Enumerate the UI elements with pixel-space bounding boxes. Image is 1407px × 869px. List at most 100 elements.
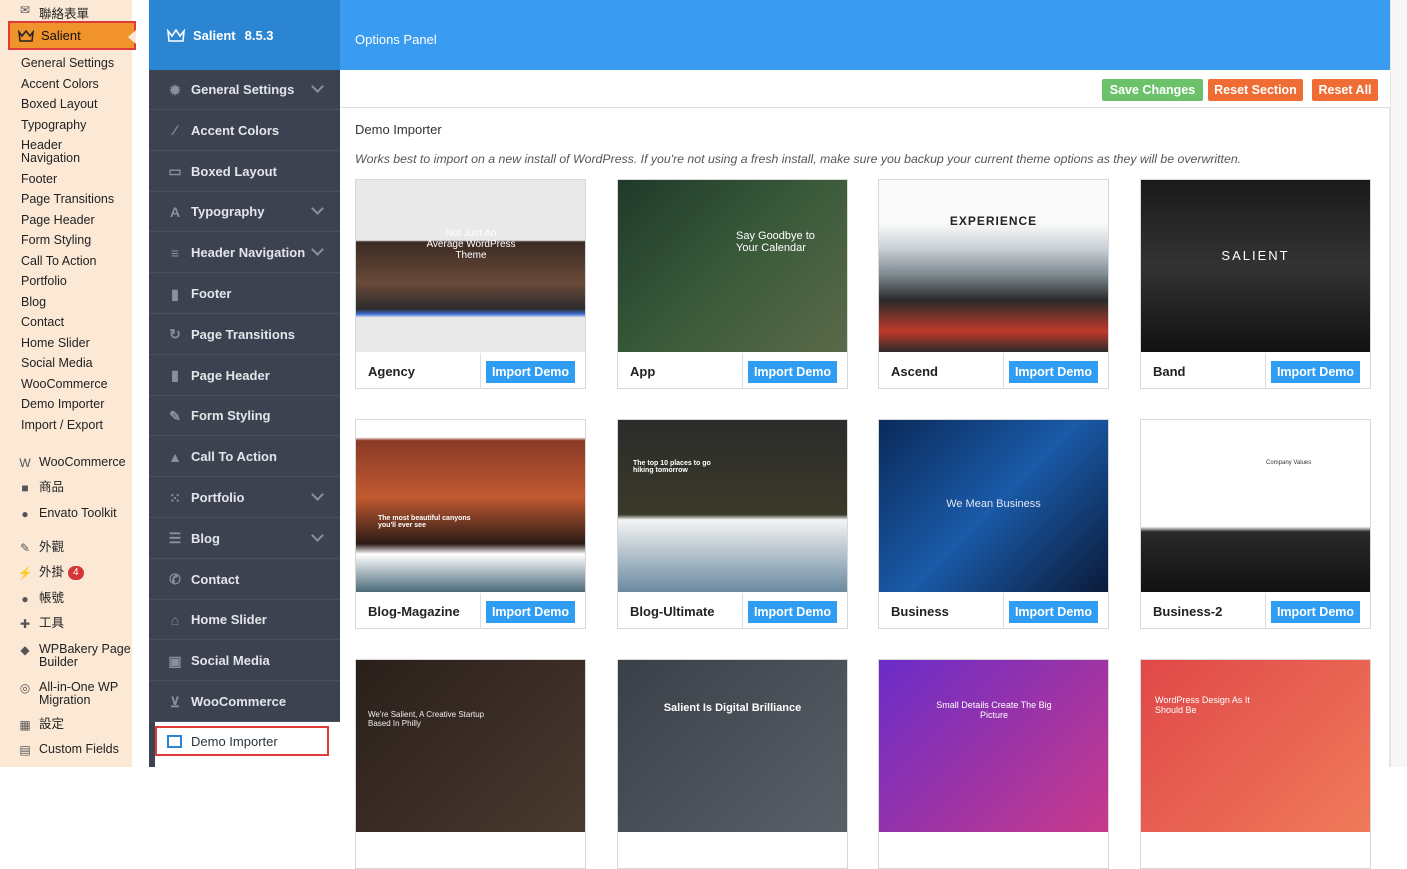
card-divider — [742, 593, 743, 629]
active-caret — [128, 30, 136, 44]
demo-card: SALIENT Band Import Demo — [1140, 179, 1371, 389]
import-demo-button[interactable]: Import Demo — [486, 601, 575, 623]
menu-item-salient[interactable]: Salient — [8, 21, 136, 50]
nav-item-label: General Settings — [191, 82, 295, 97]
nav-item-page-transitions[interactable]: ↻ Page Transitions — [149, 315, 340, 355]
home-icon: ⌂ — [170, 611, 180, 628]
menu-item-label: WooCommerce — [39, 455, 126, 469]
submenu-item-social-media[interactable]: Social Media — [21, 356, 153, 370]
save-changes-button[interactable]: Save Changes — [1102, 79, 1203, 101]
nav-item-woocommerce[interactable]: ⊻ WooCommerce — [149, 682, 340, 722]
bell-icon: ▲ — [168, 448, 182, 465]
nav-item-label: Page Transitions — [191, 326, 296, 342]
menu-item-4[interactable]: ⚡ 外掛 4 — [17, 566, 149, 580]
chevron-down-icon[interactable] — [311, 488, 324, 501]
menu-item-0[interactable]: W WooCommerce — [17, 455, 149, 471]
nav-item-header-navigation[interactable]: ≡ Header Navigation — [149, 233, 340, 274]
submenu-item-accent-colors[interactable]: Accent Colors — [21, 77, 153, 91]
card-divider — [480, 593, 481, 629]
import-demo-button[interactable]: Import Demo — [486, 361, 575, 383]
demo-thumbnail: The top 10 places to go hiking tomorrow — [618, 420, 847, 592]
nav-item-call-to-action[interactable]: ▲ Call To Action — [149, 437, 340, 478]
thumbnail-headline: Salient Is Digital Brilliance — [663, 702, 802, 714]
submenu-item-general-settings[interactable]: General Settings — [21, 56, 153, 70]
submenu-item-boxed-layout[interactable]: Boxed Layout — [21, 97, 153, 111]
submenu-item-call-to-action[interactable]: Call To Action — [21, 254, 153, 268]
demo-name: Business-2 — [1153, 604, 1223, 619]
pencil-icon: ⁄ — [173, 122, 177, 139]
demo-thumbnail: Say Goodbye to Your Calendar — [618, 180, 847, 352]
menu-item-7[interactable]: ◆ WPBakery Page Builder — [17, 643, 149, 669]
submenu-item-blog[interactable]: Blog — [21, 295, 153, 309]
chevron-down-icon[interactable] — [311, 528, 324, 542]
submenu-item-home-slider[interactable]: Home Slider — [21, 336, 153, 350]
demo-card: Company Values Business-2 Import Demo — [1140, 419, 1371, 629]
import-demo-button[interactable]: Import Demo — [1271, 601, 1360, 623]
nav-item-home-slider[interactable]: ⌂ Home Slider — [149, 600, 340, 641]
brush-icon: ✎ — [19, 541, 31, 555]
demo-thumbnail: We're Salient, A Creative Startup Based … — [356, 660, 585, 832]
nav-item-demo-importer[interactable]: Demo Importer — [155, 726, 329, 756]
submenu-item-demo-importer[interactable]: Demo Importer — [21, 397, 153, 411]
edit-icon: ✎ — [169, 407, 181, 424]
nav-item-typography[interactable]: A Typography — [149, 192, 340, 233]
menu-item-2[interactable]: ● Envato Toolkit — [17, 507, 149, 522]
import-demo-button[interactable]: Import Demo — [748, 361, 837, 383]
nav-item-page-header[interactable]: ▮ Page Header — [149, 356, 340, 396]
submenu-item-woocommerce[interactable]: WooCommerce — [21, 377, 153, 391]
import-demo-button[interactable]: Import Demo — [1009, 361, 1098, 383]
demo-thumbnail: We Mean Business — [879, 420, 1108, 592]
demo-thumbnail: The most beautiful canyons you'll ever s… — [356, 420, 585, 592]
nav-item-accent-colors[interactable]: ⁄ Accent Colors — [149, 111, 340, 151]
nav-item-blog[interactable]: ☰ Blog — [149, 519, 340, 559]
reset-section-button[interactable]: Reset Section — [1208, 79, 1303, 101]
toolbar: Save Changes Reset Section Reset All — [340, 70, 1390, 108]
chevron-down-icon[interactable] — [311, 202, 324, 216]
submenu-item-portfolio[interactable]: Portfolio — [21, 274, 153, 288]
submenu-item-footer[interactable]: Footer — [21, 172, 153, 186]
import-demo-button[interactable]: Import Demo — [748, 601, 837, 623]
nav-item-boxed-layout[interactable]: ▭ Boxed Layout — [149, 152, 340, 192]
submenu-item-contact[interactable]: Contact — [21, 315, 153, 329]
submenu-item-page-header[interactable]: Page Header — [21, 213, 153, 227]
submenu-item-page-transitions[interactable]: Page Transitions — [21, 192, 153, 206]
submenu-item-import-export[interactable]: Import / Export — [21, 418, 153, 432]
nav-item-form-styling[interactable]: ✎ Form Styling — [149, 396, 340, 437]
submenu-item-form-styling[interactable]: Form Styling — [21, 233, 153, 247]
menu-item-9[interactable]: ▦ 設定 — [17, 718, 149, 733]
panel-brand: Salient 8.5.3 — [149, 0, 340, 70]
menu-item-contact-form[interactable]: ✉ 聯絡表單 — [17, 3, 149, 22]
import-demo-button[interactable]: Import Demo — [1009, 601, 1098, 623]
chevron-down-icon[interactable] — [311, 80, 324, 93]
menu-item-6[interactable]: ✚ 工具 — [17, 617, 149, 632]
gear-icon: ✹ — [169, 81, 181, 98]
demo-card: The top 10 places to go hiking tomorrow B… — [617, 419, 848, 629]
import-demo-button[interactable]: Import Demo — [1271, 361, 1360, 383]
page-scrollbar[interactable] — [1390, 0, 1407, 767]
menu-item-3[interactable]: ✎ 外觀 — [17, 541, 149, 556]
reset-all-button[interactable]: Reset All — [1312, 79, 1378, 101]
nav-item-label: Footer — [191, 286, 232, 301]
plug-icon: ⚡ — [17, 566, 33, 580]
card-divider — [1265, 353, 1266, 389]
nav-item-contact[interactable]: ✆ Contact — [149, 560, 340, 600]
chevron-down-icon[interactable] — [311, 243, 324, 257]
thumbnail-headline: Small Details Create The Big Picture — [936, 700, 1052, 720]
card-divider — [1265, 593, 1266, 629]
menu-item-5[interactable]: ● 帳號 — [17, 592, 149, 607]
font-icon: A — [169, 203, 181, 220]
demo-thumbnail: Small Details Create The Big Picture — [879, 660, 1108, 832]
menu-item-10[interactable]: ▤ Custom Fields — [17, 743, 149, 758]
nav-item-general-settings[interactable]: ✹ General Settings — [149, 70, 340, 110]
submenu-item-header-navigation[interactable]: Header Navigation — [21, 139, 153, 165]
menu-item-1[interactable]: ■ 商品 — [17, 481, 149, 496]
submenu-item-typography[interactable]: Typography — [21, 118, 153, 132]
nav-item-portfolio[interactable]: ⁙ Portfolio — [149, 478, 340, 518]
menu-item-8[interactable]: ◎ All-in-One WP Migration — [17, 681, 149, 707]
cart-icon: ⊻ — [169, 693, 181, 710]
nav-item-footer[interactable]: ▮ Footer — [149, 274, 340, 314]
panel-version: 8.5.3 — [244, 27, 274, 43]
mail-icon: ✉ — [19, 3, 31, 17]
settings-icon: ▦ — [19, 718, 31, 732]
nav-item-social-media[interactable]: ▣ Social Media — [149, 641, 340, 682]
